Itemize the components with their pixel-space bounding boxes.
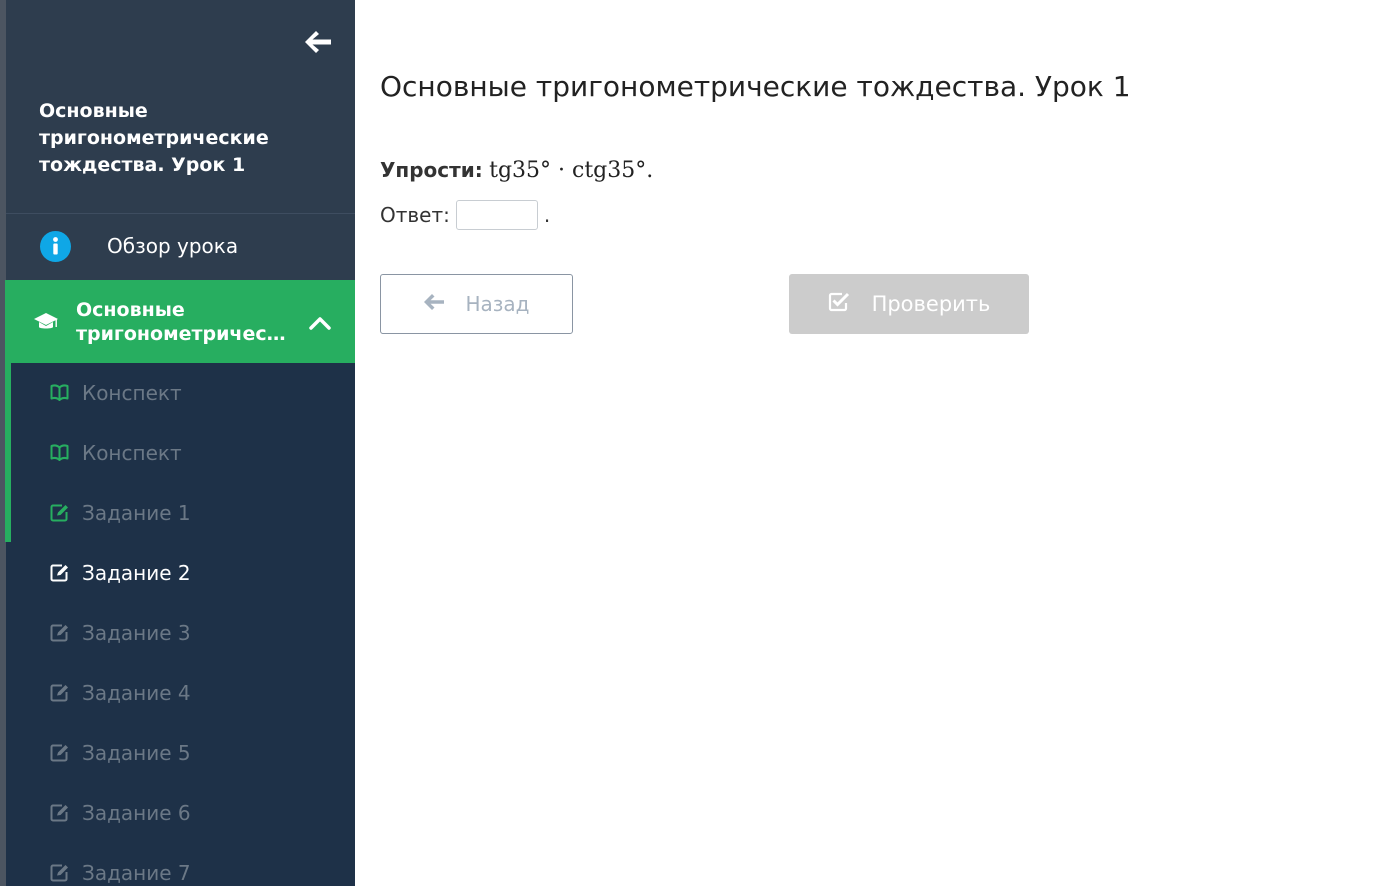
book-icon [50, 443, 69, 462]
collapse-sidebar-arrow-icon[interactable] [303, 28, 333, 56]
back-button-label: Назад [465, 292, 530, 316]
answer-suffix: . [543, 203, 551, 227]
sidebar: Основные тригонометрические тождества. У… [0, 0, 355, 886]
task-lead: Упрости: [380, 158, 483, 182]
edit-icon [50, 503, 69, 522]
edit-icon [50, 803, 69, 822]
answer-row: Ответ: . [380, 198, 550, 232]
sidebar-item-task-2[interactable]: Задание 2 [11, 543, 355, 603]
sidebar-section-title-line1: Основные [76, 299, 185, 321]
sidebar-section-title: Основные тригонометрическ... [76, 298, 298, 346]
graduation-cap-icon [33, 311, 59, 333]
check-button[interactable]: Проверить [789, 274, 1029, 334]
sidebar-item-task-3[interactable]: Задание 3 [11, 603, 355, 663]
sidebar-item-label: Конспект [82, 381, 182, 405]
info-icon [40, 231, 71, 262]
back-button[interactable]: Назад [380, 274, 573, 334]
sidebar-item-overview-label: Обзор урока [107, 234, 239, 258]
sidebar-item-label: Задание 3 [82, 621, 191, 645]
book-icon [50, 383, 69, 402]
answer-input[interactable] [455, 200, 538, 230]
page-title: Основные тригонометрические тождества. У… [380, 70, 1131, 103]
sidebar-section-header[interactable]: Основные тригонометрическ... [11, 280, 355, 363]
sidebar-item-label: Задание 5 [82, 741, 191, 765]
arrow-left-icon [423, 292, 445, 316]
sidebar-item-task-6[interactable]: Задание 6 [11, 783, 355, 843]
sidebar-item-label: Задание 6 [82, 801, 191, 825]
check-square-icon [828, 292, 850, 317]
sidebar-item-task-5[interactable]: Задание 5 [11, 723, 355, 783]
answer-label: Ответ: [380, 203, 450, 227]
check-button-label: Проверить [871, 292, 991, 316]
sidebar-item-summary-1[interactable]: Конспект [11, 363, 355, 423]
sidebar-item-task-4[interactable]: Задание 4 [11, 663, 355, 723]
edit-icon [50, 623, 69, 642]
sidebar-item-label: Задание 1 [82, 501, 191, 525]
sidebar-item-label: Задание 4 [82, 681, 191, 705]
sidebar-item-task-7[interactable]: Задание 7 [11, 843, 355, 886]
sidebar-item-label: Задание 7 [82, 861, 191, 885]
sidebar-item-label: Задание 2 [82, 561, 191, 585]
task-expression: tg35° · ctg35°. [489, 158, 654, 183]
sidebar-header: Основные тригонометрические тождества. У… [6, 0, 355, 214]
edit-icon [50, 863, 69, 882]
sidebar-section-title-line2: тригонометрическ... [76, 323, 298, 345]
sidebar-nav-list: Конспект Конспект Задание 1 Задание 2 За… [11, 363, 355, 886]
sidebar-item-label: Конспект [82, 441, 182, 465]
edit-icon [50, 743, 69, 762]
chevron-up-icon[interactable] [309, 315, 331, 330]
sidebar-item-task-1[interactable]: Задание 1 [11, 483, 355, 543]
edit-icon [50, 563, 69, 582]
edit-icon [50, 683, 69, 702]
sidebar-item-summary-2[interactable]: Конспект [11, 423, 355, 483]
sidebar-item-overview[interactable]: Обзор урока [6, 214, 355, 280]
sidebar-lesson-title: Основные тригонометрические тождества. У… [39, 100, 269, 176]
task-statement: Упрости: tg35° · ctg35°. [380, 158, 653, 183]
